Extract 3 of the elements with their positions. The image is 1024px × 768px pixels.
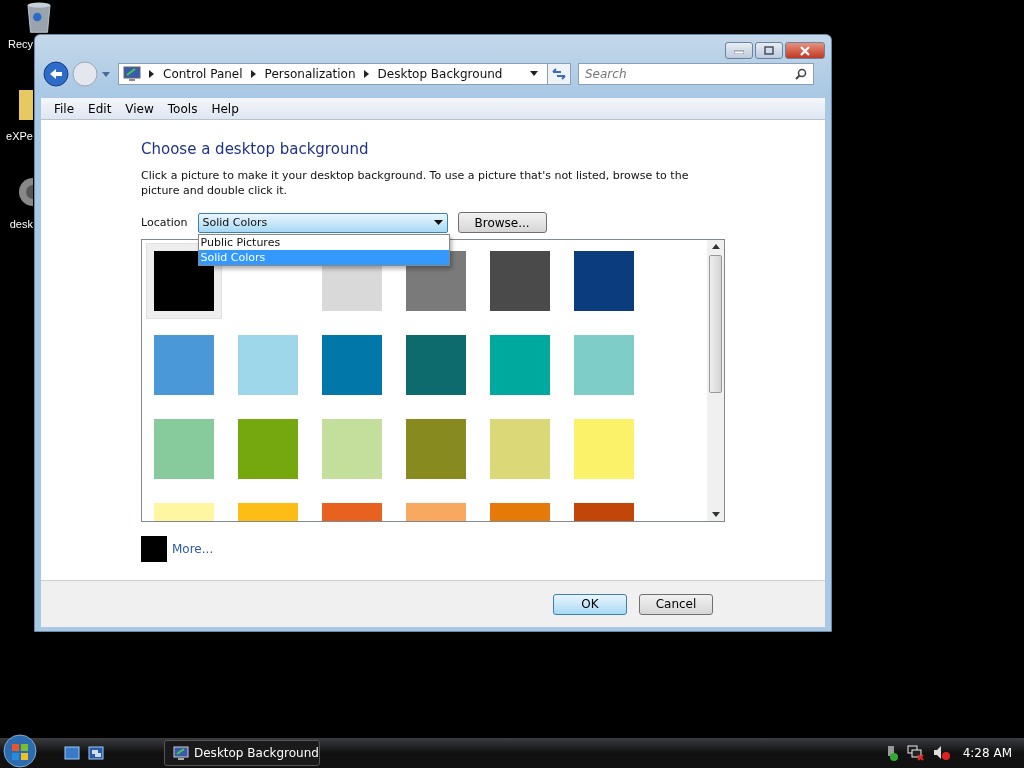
- description-text: Click a picture to make it your desktop background. To use a picture that's not listed, browse to the picture and double click it.: [141, 168, 690, 198]
- location-label: Location: [141, 216, 188, 229]
- page-heading: Choose a desktop background: [141, 140, 370, 158]
